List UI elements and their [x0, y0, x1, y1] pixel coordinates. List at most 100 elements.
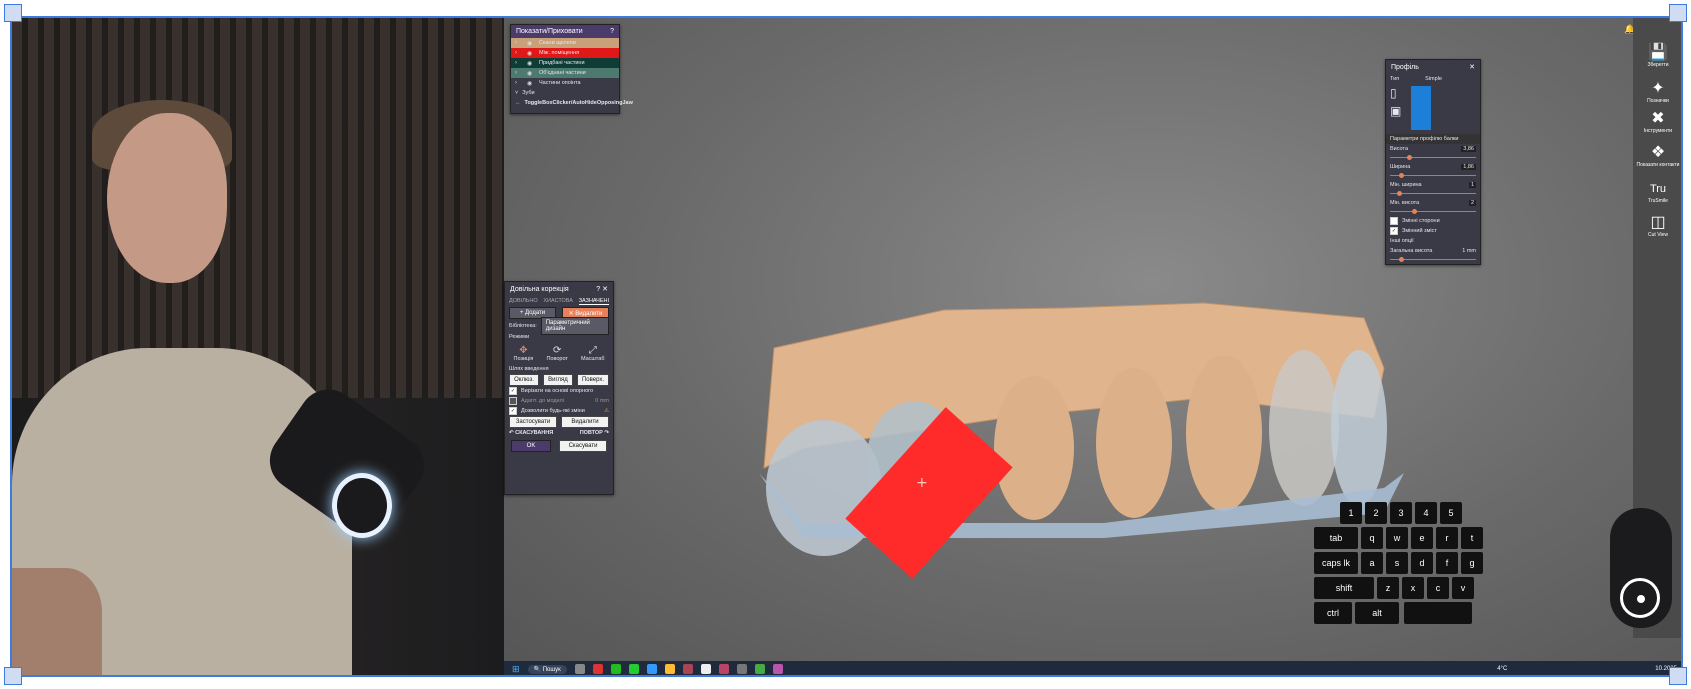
param-value[interactable]: 1,86 — [1461, 164, 1476, 170]
telegram-icon[interactable] — [646, 664, 657, 674]
chevron-right-icon[interactable]: › — [515, 40, 523, 46]
param-value[interactable]: 3,86 — [1461, 146, 1476, 152]
param-value[interactable]: 1 — [1468, 182, 1476, 188]
app-icon-3[interactable] — [718, 664, 729, 674]
app-icon-4[interactable] — [736, 664, 747, 674]
param-slider[interactable] — [1390, 154, 1476, 162]
app-icon-5[interactable] — [754, 664, 765, 674]
tool-cut-view[interactable]: ◫ Cut View — [1635, 214, 1681, 238]
key-2: 2 — [1365, 502, 1387, 524]
tool-save[interactable]: 💾 Зберегти — [1635, 44, 1681, 68]
tab-2[interactable]: ЗАЗНАЧЕНІ — [578, 298, 609, 305]
param-slider[interactable] — [1390, 172, 1476, 180]
wall-slats — [12, 18, 504, 398]
redo-button[interactable]: ПОВТОР ↷ — [580, 430, 609, 436]
insertion-button-0[interactable]: Оклюз. — [509, 374, 539, 386]
layer-item[interactable]: › ◉ Скани щелепи — [511, 38, 619, 48]
resize-handle-tl[interactable] — [4, 4, 22, 22]
explorer-icon[interactable] — [664, 664, 675, 674]
task-view-icon[interactable] — [574, 664, 585, 674]
magic-wand-icon: ✦ — [1651, 80, 1665, 97]
rotate-icon: ⟳ — [552, 344, 562, 356]
layer-item[interactable]: › ◉ Частини опоінта — [511, 78, 619, 88]
help-icon[interactable]: ? — [610, 28, 614, 35]
eye-icon[interactable]: ◉ — [527, 70, 535, 77]
cancel-button[interactable]: Скасувати — [559, 440, 607, 452]
new-file-icon[interactable]: ▯ — [1390, 86, 1401, 100]
adapt-checkbox[interactable] — [509, 397, 517, 405]
app-icon-1[interactable] — [592, 664, 603, 674]
eye-icon[interactable]: ◉ — [527, 40, 535, 47]
tool-contacts[interactable]: ❖ Показати контакти — [1635, 144, 1681, 168]
correction-title: Довільна корекція — [510, 285, 569, 293]
person-head — [107, 113, 227, 283]
layer-item[interactable]: › ◉ Між. поміщення — [511, 48, 619, 58]
tool-tools[interactable]: ✖ Інструменти — [1635, 110, 1681, 134]
profile-preview — [1411, 86, 1432, 130]
key-r: r — [1436, 527, 1458, 549]
spotify-icon[interactable] — [610, 664, 621, 674]
toggle-box-label: ToggleBoxClicker/AutoHideOpposingJaw — [524, 100, 633, 106]
tab-0[interactable]: ДОВІЛЬНО — [509, 298, 538, 304]
eye-icon[interactable]: ◉ — [527, 80, 535, 87]
chrome-icon[interactable] — [700, 664, 711, 674]
resize-handle-br[interactable] — [1669, 667, 1687, 685]
chevron-right-icon[interactable]: › — [515, 70, 523, 76]
change-sides-checkbox[interactable] — [1390, 217, 1398, 225]
app-icon-2[interactable] — [682, 664, 693, 674]
chevron-right-icon[interactable]: › — [515, 50, 523, 56]
shrink-checkbox[interactable]: ✓ — [509, 387, 517, 395]
type-value[interactable]: Simple — [1425, 76, 1442, 82]
key-w: w — [1386, 527, 1408, 549]
total-value[interactable]: 1 mm — [1462, 248, 1476, 254]
whatsapp-icon[interactable] — [628, 664, 639, 674]
toggle-box-item[interactable]: ↔ ToggleBoxClicker/AutoHideOpposingJaw — [511, 98, 633, 108]
eye-icon[interactable]: ◉ — [527, 50, 535, 57]
insertion-button-2[interactable]: Поверх. — [576, 374, 610, 386]
tool-trusmile[interactable]: Tru TruSmile — [1635, 180, 1681, 204]
slider-knob[interactable] — [1411, 209, 1417, 214]
taskbar-search[interactable]: 🔍 Пошук — [527, 664, 567, 674]
microphone-light-ring — [332, 473, 392, 538]
app-icon-6[interactable] — [772, 664, 783, 674]
mode-2[interactable]: ⤢ Масштаб — [581, 345, 605, 362]
total-slider[interactable] — [1390, 256, 1476, 264]
layer-item[interactable]: › ◉ Придбані частини — [511, 58, 619, 68]
slider-knob[interactable] — [1396, 191, 1402, 196]
3d-viewport[interactable]: + Показати/Приховати ? › ◉ Скани щелепи › ◉ М… — [504, 18, 1681, 675]
eye-icon[interactable]: ◉ — [527, 60, 535, 67]
change-size-checkbox[interactable]: ✓ — [1390, 227, 1398, 235]
param-row: Ширина 1,86 — [1386, 162, 1480, 172]
slider-knob[interactable] — [1407, 155, 1413, 160]
resize-handle-tr[interactable] — [1669, 4, 1687, 22]
allow-checkbox[interactable]: ✓ — [509, 407, 517, 415]
type-label: Тип — [1390, 76, 1400, 82]
change-sides-label: Змінні сторони — [1402, 218, 1440, 224]
param-row: Висота 3,86 — [1386, 144, 1480, 154]
undo-button[interactable]: ↶ СКАСУВАННЯ — [509, 430, 553, 436]
tab-1[interactable]: ХИАСТОВА — [543, 298, 573, 304]
param-value[interactable]: 2 — [1468, 200, 1476, 206]
help-close-icons[interactable]: ? ✕ — [596, 285, 608, 293]
ok-button[interactable]: OK — [511, 440, 551, 452]
close-icon[interactable]: ✕ — [1469, 63, 1475, 71]
param-slider[interactable] — [1390, 208, 1476, 216]
library-select[interactable]: Параметричний дизайн — [540, 317, 609, 335]
section-teeth[interactable]: ˅ Зуби — [511, 88, 619, 98]
layer-item[interactable]: › ◉ Об'єднані частини — [511, 68, 619, 78]
chevron-right-icon[interactable]: › — [515, 60, 523, 66]
param-slider[interactable] — [1390, 190, 1476, 198]
remove-button[interactable]: Видалити — [561, 416, 609, 428]
chevron-right-icon[interactable]: › — [515, 80, 523, 86]
windows-start-icon[interactable]: ⊞ — [512, 664, 520, 675]
key-x: x — [1402, 577, 1424, 599]
slider-knob[interactable] — [1398, 173, 1404, 178]
mode-0[interactable]: ✥ Позиція — [514, 345, 534, 362]
tool-magic-wand[interactable]: ✦ Позначки — [1635, 80, 1681, 104]
correction-panel: Довільна корекція ? ✕ ДОВІЛЬНО ХИАСТОВА ЗА… — [504, 281, 614, 495]
mode-1[interactable]: ⟳ Поворот — [546, 345, 567, 362]
resize-handle-bl[interactable] — [4, 667, 22, 685]
insertion-button-1[interactable]: Вигляд — [542, 374, 573, 386]
apply-button[interactable]: Застосувати — [509, 416, 557, 428]
save-profile-icon[interactable]: ▣ — [1390, 104, 1401, 118]
